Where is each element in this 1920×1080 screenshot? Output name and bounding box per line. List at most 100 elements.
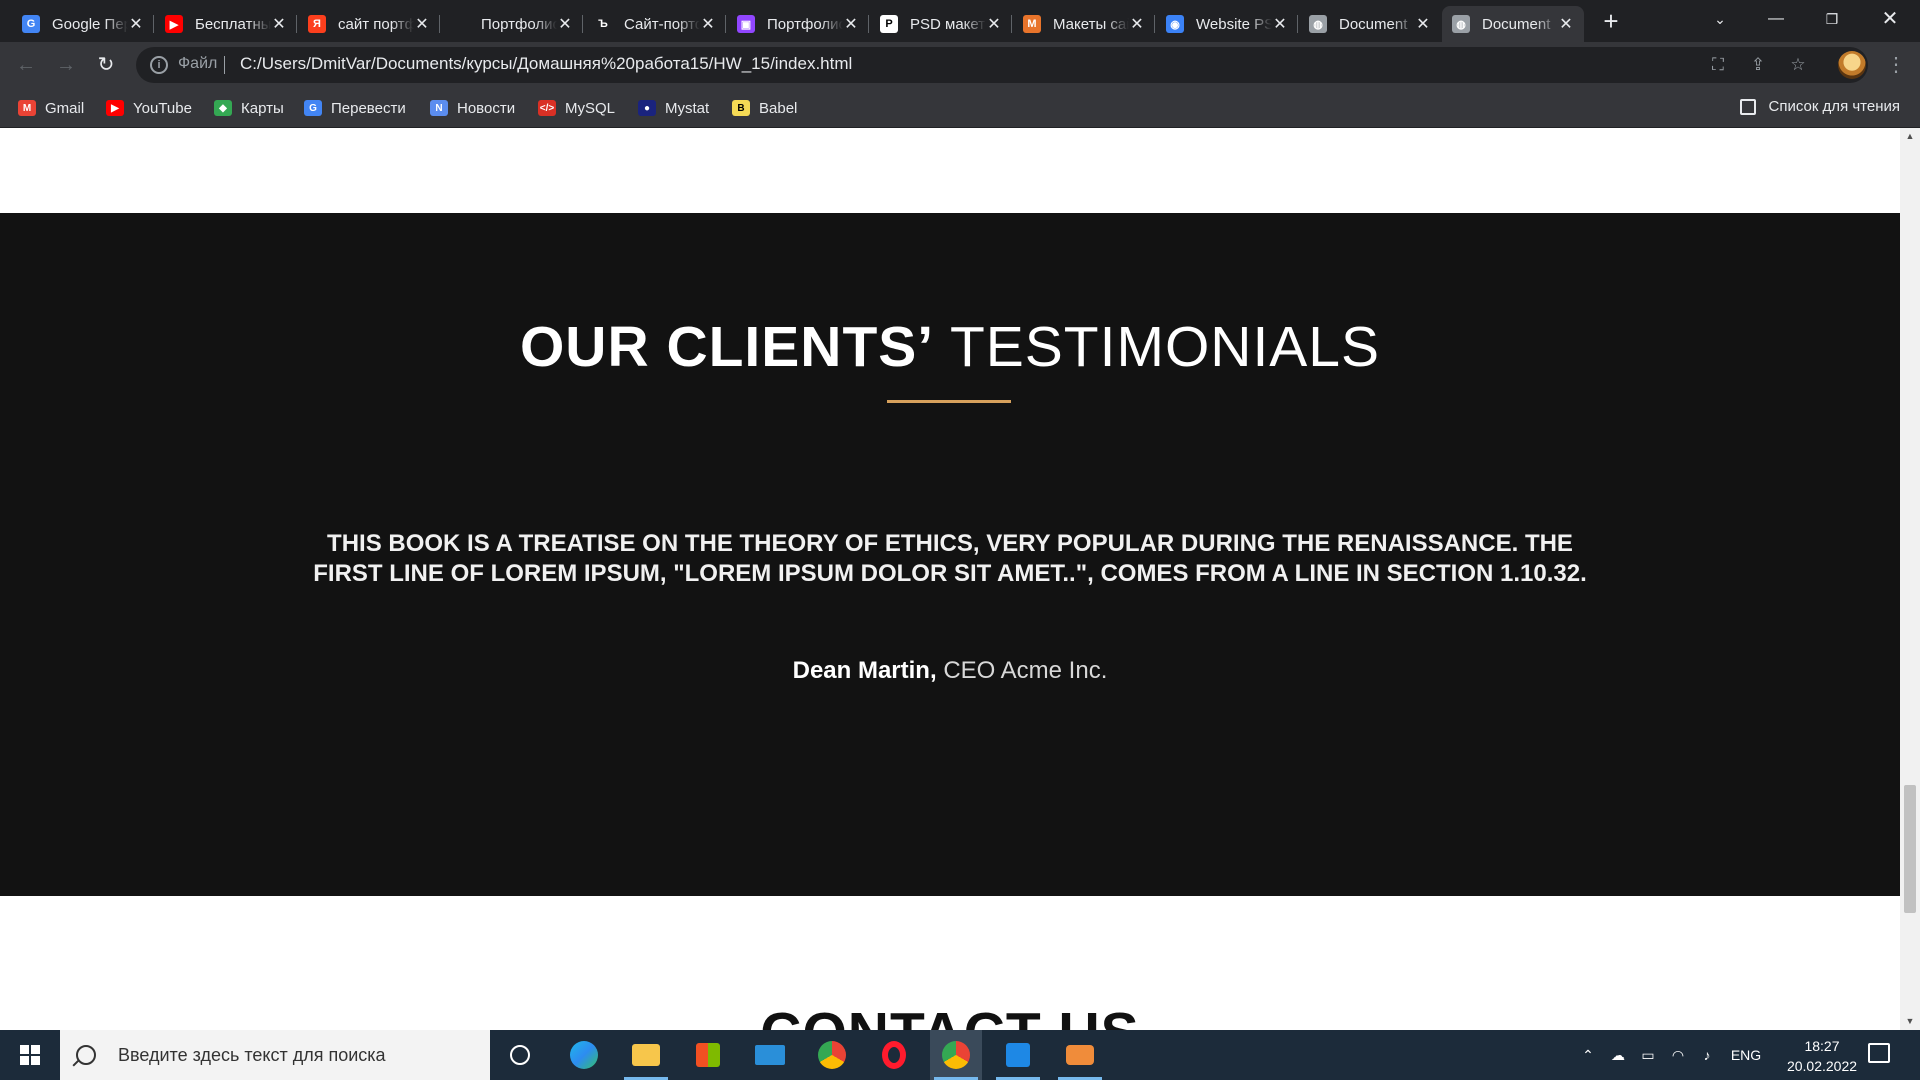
clock-date: 20.02.2022 bbox=[1786, 1058, 1858, 1074]
language-indicator[interactable]: ENG bbox=[1726, 1030, 1766, 1080]
browser-tab[interactable]: ◍ Document ✕ bbox=[1442, 6, 1584, 42]
app-icon[interactable] bbox=[1054, 1030, 1106, 1080]
taskbar-search[interactable]: Введите здесь текст для поиска bbox=[60, 1030, 490, 1080]
browser-tab[interactable]: ◉ Website PSD✕ bbox=[1156, 6, 1298, 42]
edge-icon[interactable] bbox=[558, 1030, 610, 1080]
browser-tab[interactable]: P PSD макеты✕ bbox=[870, 6, 1012, 42]
forward-icon[interactable]: → bbox=[50, 49, 82, 81]
twitch-icon: ▣ bbox=[737, 15, 755, 33]
address-separator bbox=[224, 56, 225, 74]
address-url[interactable]: C:/Users/DmitVar/Documents/курсы/Домашня… bbox=[240, 54, 852, 74]
globe-icon: ◍ bbox=[1309, 15, 1327, 33]
tab-search-button[interactable]: ⌄ bbox=[1692, 0, 1748, 42]
browser-tab[interactable]: Портфолио ✕ bbox=[441, 6, 583, 42]
cortana-icon[interactable] bbox=[494, 1030, 546, 1080]
page-scrollbar[interactable]: ▲ ▼ bbox=[1900, 128, 1920, 1030]
system-clock[interactable]: 18:27 20.02.2022 bbox=[1772, 1036, 1872, 1076]
browser-tab[interactable]: ▶ Бесплатные✕ bbox=[155, 6, 297, 42]
profile-avatar[interactable] bbox=[1838, 51, 1866, 79]
address-bar[interactable]: i Файл C:/Users/DmitVar/Documents/курсы/… bbox=[136, 47, 1868, 83]
blank-page-icon bbox=[451, 15, 469, 33]
testimonials-heading: OUR CLIENTS’ TESTIMONIALS bbox=[0, 314, 1900, 380]
mystat-icon: ● bbox=[638, 100, 656, 116]
youtube-icon: ▶ bbox=[165, 15, 183, 33]
heading-underline bbox=[887, 400, 1011, 403]
minimize-button[interactable]: — bbox=[1748, 0, 1804, 42]
bookmark-label: MySQL bbox=[565, 99, 616, 117]
browser-tab[interactable]: Ъ Сайт-портфолио✕ bbox=[584, 6, 726, 42]
bookmark-item[interactable]: ▶ YouTube bbox=[106, 98, 192, 118]
browser-tab[interactable]: G Google Переводчик✕ bbox=[12, 6, 154, 42]
bookmark-label: Перевести bbox=[331, 99, 406, 117]
reload-icon[interactable]: ↻ bbox=[90, 49, 122, 81]
onedrive-icon[interactable]: ☁ bbox=[1606, 1030, 1630, 1080]
bookmark-item[interactable]: B Babel bbox=[732, 98, 797, 118]
store-icon[interactable] bbox=[682, 1030, 734, 1080]
mail-icon[interactable] bbox=[744, 1030, 796, 1080]
tab-title: Сайт-портфолио bbox=[624, 15, 700, 33]
tab-separator bbox=[296, 15, 297, 33]
tab-close-icon[interactable]: ✕ bbox=[1272, 14, 1288, 34]
tab-title: PSD макеты bbox=[910, 15, 986, 33]
tab-close-icon[interactable]: ✕ bbox=[271, 14, 287, 34]
opera-icon[interactable] bbox=[868, 1030, 920, 1080]
tab-strip: + ⌄ — ❐ ✕ GGoogle Переводчик✕▶Бесплатные… bbox=[0, 0, 1920, 42]
new-tab-button[interactable]: + bbox=[1596, 6, 1626, 36]
windows-taskbar: Введите здесь текст для поиска ⌃ ☁ ▭ ◠ ♪… bbox=[0, 1030, 1920, 1080]
browser-tab[interactable]: ◍ Document ✕ bbox=[1299, 6, 1441, 42]
share-icon[interactable]: ⇪ bbox=[1746, 53, 1770, 77]
volume-icon[interactable]: ♪ bbox=[1694, 1030, 1720, 1080]
back-icon[interactable]: ← bbox=[10, 49, 42, 81]
bookmark-item[interactable]: ● Mystat bbox=[638, 98, 709, 118]
tab-separator bbox=[725, 15, 726, 33]
browser-menu-icon[interactable]: ⋮ bbox=[1880, 49, 1912, 81]
testimonial-quote: THIS BOOK IS A TREATISE ON THE THEORY OF… bbox=[313, 530, 1587, 587]
page-viewport: OUR CLIENTS’ TESTIMONIALS THIS BOOK IS A… bbox=[0, 128, 1900, 1030]
tab-close-icon[interactable]: ✕ bbox=[1415, 14, 1431, 34]
tab-close-icon[interactable]: ✕ bbox=[1129, 14, 1145, 34]
chrome-active-icon[interactable] bbox=[930, 1030, 982, 1080]
bookmark-item[interactable]: M Gmail bbox=[18, 98, 84, 118]
close-window-button[interactable]: ✕ bbox=[1862, 0, 1918, 42]
bookmark-label: Gmail bbox=[45, 99, 85, 117]
author-name: Dean Martin, bbox=[792, 657, 937, 684]
translate-page-icon[interactable]: ⛶ bbox=[1706, 53, 1730, 77]
gmail-icon: M bbox=[18, 100, 36, 116]
bookmark-item[interactable]: </> MySQL bbox=[538, 98, 615, 118]
restore-button[interactable]: ❐ bbox=[1804, 0, 1860, 42]
tray-chevron-icon[interactable]: ⌃ bbox=[1576, 1030, 1600, 1080]
tab-title: Макеты сайтов bbox=[1053, 15, 1129, 33]
bookmark-label: Babel bbox=[759, 99, 798, 117]
scroll-up-arrow[interactable]: ▲ bbox=[1900, 128, 1920, 145]
tab-close-icon[interactable]: ✕ bbox=[1558, 14, 1574, 34]
site-info-icon[interactable]: i bbox=[150, 56, 168, 74]
tab-title: Website PSD bbox=[1196, 15, 1272, 33]
tab-separator bbox=[1011, 15, 1012, 33]
bookmark-star-icon[interactable]: ☆ bbox=[1786, 53, 1810, 77]
reading-list-button[interactable]: Список для чтения bbox=[1740, 98, 1900, 115]
bookmark-item[interactable]: N Новости bbox=[430, 98, 515, 118]
bookmark-item[interactable]: G Перевести bbox=[304, 98, 406, 118]
scrollbar-thumb[interactable] bbox=[1904, 785, 1916, 913]
tab-close-icon[interactable]: ✕ bbox=[986, 14, 1002, 34]
tab-close-icon[interactable]: ✕ bbox=[128, 14, 144, 34]
heading-bold: OUR CLIENTS’ bbox=[519, 315, 935, 379]
wifi-icon[interactable]: ◠ bbox=[1666, 1030, 1690, 1080]
file-explorer-icon[interactable] bbox=[620, 1030, 672, 1080]
chrome-icon[interactable] bbox=[806, 1030, 858, 1080]
tab-close-icon[interactable]: ✕ bbox=[414, 14, 430, 34]
vscode-icon[interactable] bbox=[992, 1030, 1044, 1080]
start-button[interactable] bbox=[8, 1038, 52, 1072]
browser-tab[interactable]: ▣ Портфолио ✕ bbox=[727, 6, 869, 42]
tab-close-icon[interactable]: ✕ bbox=[557, 14, 573, 34]
tab-close-icon[interactable]: ✕ bbox=[843, 14, 859, 34]
tab-close-icon[interactable]: ✕ bbox=[700, 14, 716, 34]
browser-tab[interactable]: M Макеты сайтов✕ bbox=[1013, 6, 1155, 42]
battery-icon[interactable]: ▭ bbox=[1636, 1030, 1660, 1080]
bookmark-item[interactable]: ◆ Карты bbox=[214, 98, 284, 118]
tab-title: Портфолио bbox=[767, 15, 843, 33]
notification-icon[interactable] bbox=[1868, 1043, 1890, 1063]
tab-separator bbox=[868, 15, 869, 33]
browser-tab[interactable]: Ясайт портфолио✕ bbox=[298, 6, 440, 42]
scroll-down-arrow[interactable]: ▼ bbox=[1900, 1013, 1920, 1030]
